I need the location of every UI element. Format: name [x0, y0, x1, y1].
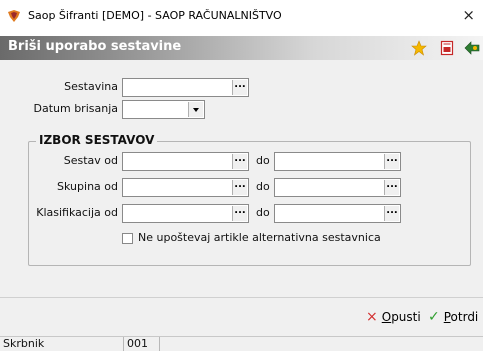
- sestavina-lookup-button[interactable]: ...: [232, 80, 247, 95]
- form-title: Briši uporabo sestavine: [8, 39, 182, 54]
- datum-label: Datum brisanja: [33, 102, 118, 115]
- skupina-od-lookup-button[interactable]: ...: [232, 180, 247, 195]
- klasifikacija-od-label: Klasifikacija od: [36, 206, 118, 219]
- cancel-button[interactable]: × Opusti: [366, 307, 421, 327]
- window-title: Saop Šifranti [DEMO] - SAOP RAČUNALNIŠTV…: [28, 9, 282, 22]
- confirm-button[interactable]: ✓ Potrdi: [428, 307, 478, 327]
- skupina-do-lookup-button[interactable]: ...: [384, 180, 399, 195]
- window-titlebar: Saop Šifranti [DEMO] - SAOP RAČUNALNIŠTV…: [0, 0, 483, 30]
- exit-icon[interactable]: [464, 40, 480, 56]
- skupina-od-label: Skupina od: [57, 180, 118, 193]
- izbor-sestavov-title: IZBOR SESTAVOV: [36, 133, 158, 147]
- skupina-do-label: do: [256, 180, 270, 193]
- skupina-od-input[interactable]: ...: [122, 178, 249, 197]
- datum-input[interactable]: [122, 100, 205, 119]
- app-logo-icon: [8, 10, 20, 22]
- sestav-od-lookup-button[interactable]: ...: [232, 154, 247, 169]
- sestav-do-label: do: [256, 154, 270, 167]
- confirm-check-icon: ✓: [428, 309, 440, 325]
- form-header: Briši uporabo sestavine: [0, 36, 483, 60]
- klasifikacija-do-lookup-button[interactable]: ...: [384, 206, 399, 221]
- alternativna-sestavnica-label[interactable]: Ne upoštevaj artikle alternativna sestav…: [138, 231, 381, 244]
- klasifikacija-do-label: do: [256, 206, 270, 219]
- datum-dropdown-button[interactable]: [188, 102, 203, 117]
- sestav-od-label: Sestav od: [63, 154, 118, 167]
- star-icon[interactable]: [411, 40, 427, 56]
- skupina-do-input[interactable]: ...: [274, 178, 401, 197]
- klasifikacija-od-lookup-button[interactable]: ...: [232, 206, 247, 221]
- status-user: Skrbnik: [0, 337, 124, 351]
- button-bar: × Opusti ✓ Potrdi: [0, 298, 483, 336]
- close-window-button[interactable]: ×: [462, 7, 475, 23]
- klasifikacija-do-input[interactable]: ...: [274, 204, 401, 223]
- sestav-od-input[interactable]: ...: [122, 152, 249, 171]
- sestav-do-input[interactable]: ...: [274, 152, 401, 171]
- sestavina-label: Sestavina: [64, 80, 118, 93]
- status-bar: Skrbnik 001: [0, 336, 483, 351]
- alternativna-sestavnica-checkbox[interactable]: [122, 233, 133, 244]
- cancel-button-label: Opusti: [381, 310, 421, 324]
- sestav-do-lookup-button[interactable]: ...: [384, 154, 399, 169]
- status-code: 001: [124, 337, 160, 351]
- confirm-button-label: Potrdi: [443, 310, 479, 324]
- klasifikacija-od-input[interactable]: ...: [122, 204, 249, 223]
- sestavina-input[interactable]: ...: [122, 78, 249, 97]
- cancel-x-icon: ×: [366, 309, 378, 325]
- pdf-icon[interactable]: [439, 40, 455, 56]
